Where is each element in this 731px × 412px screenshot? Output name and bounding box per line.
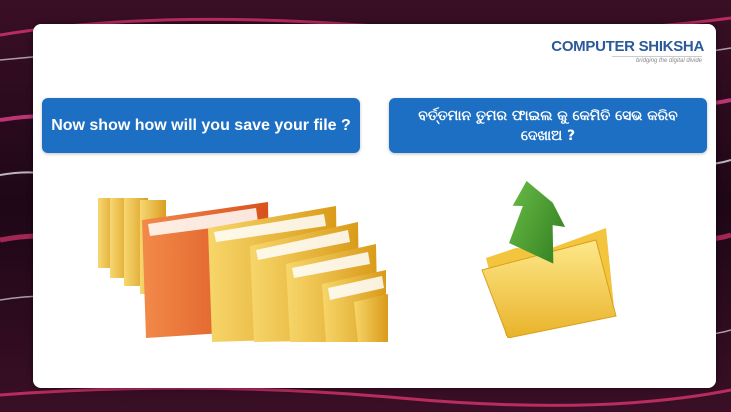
computer-shiksha-logo: COMPUTER SHIKSHA bridging the digital di… [551,36,704,72]
logo-tagline: bridging the digital divide [635,58,702,64]
odia-instruction-text: ବର୍ତ୍ତମାନ ତୁମର ଫାଇଲ କୁ କେମିତି ସେଭ କରିବ ଦ… [418,107,678,144]
english-instruction-banner: Now show how will you save your file ? [42,98,360,153]
odia-instruction-banner: ବର୍ତ୍ତମାନ ତୁମର ଫାଇଲ କୁ କେମିତି ସେଭ କରିବ ଦ… [389,98,707,153]
folders-row-illustration [98,198,388,342]
folder-save-arrow-icon [481,181,617,338]
english-instruction-text: Now show how will you save your file ? [51,116,351,134]
logo-divider [612,56,702,57]
logo-brand-text: COMPUTER SHIKSHA [551,38,704,55]
